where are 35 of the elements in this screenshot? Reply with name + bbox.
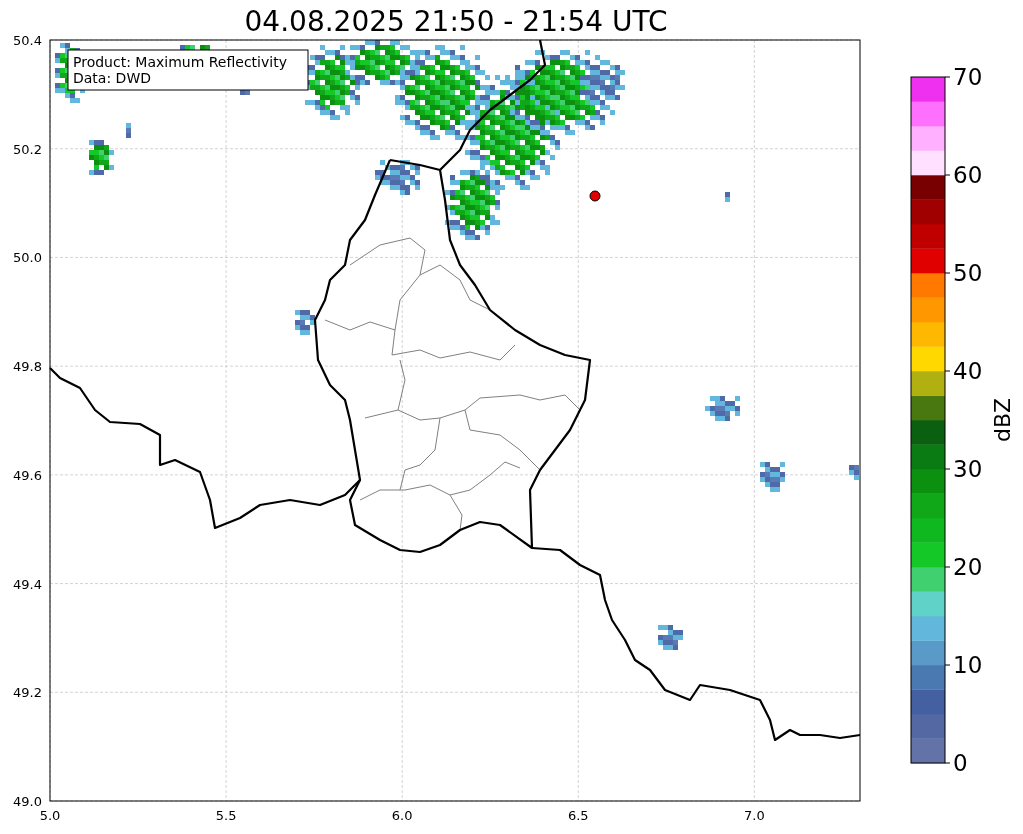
info-text: Data: DWD	[73, 70, 151, 86]
colorbar-label: dBZ	[990, 397, 1015, 443]
radar-echo-drawing	[658, 625, 683, 650]
info-text: Product: Maximum Reflectivity	[73, 54, 287, 70]
colorbar-tick-label: 10	[953, 652, 983, 678]
radar-echo-drawing	[126, 123, 131, 138]
axis-tick-label: 49.0	[13, 794, 42, 809]
axis-tick-label: 50.4	[13, 33, 42, 48]
radar-echo-drawing	[375, 160, 420, 195]
colorbar-tick-label: 70	[953, 64, 983, 90]
axis-tick-label: 49.6	[13, 467, 42, 483]
axis-tick-label: 49.2	[13, 685, 42, 701]
radar-echo-drawing	[849, 465, 859, 480]
axis-tick-label: 50.0	[13, 250, 42, 266]
radar-echo-drawing	[705, 396, 740, 421]
axis-tick-label: 5.0	[39, 808, 61, 823]
location-marker	[589, 190, 601, 202]
axis-tick-label: 6.5	[567, 808, 589, 823]
radar-echo-drawing	[760, 462, 785, 492]
radar-echo-drawing	[295, 310, 315, 335]
radar-echo-drawing	[725, 192, 730, 202]
axis-tick-label: 49.8	[13, 359, 42, 375]
axis-tick-label: 50.2	[13, 141, 42, 157]
colorbar-tick-label: 30	[953, 456, 983, 482]
radar-echo-drawing	[89, 140, 114, 175]
colorbar-tick-label: 0	[953, 750, 968, 776]
axis-tick-label: 49.4	[13, 576, 42, 592]
colorbar-tick-label: 60	[953, 162, 983, 188]
colorbar-tick-label: 20	[953, 554, 983, 580]
colorbar-tick-label: 50	[953, 260, 983, 286]
colorbar-tick-label: 40	[953, 358, 983, 384]
axis-tick-label: 7.0	[744, 808, 765, 823]
chart-title: 04.08.2025 21:50 - 21:54 UTC	[244, 5, 668, 38]
axis-tick-label: 5.5	[215, 808, 237, 823]
axis-tick-label: 6.0	[391, 808, 413, 823]
